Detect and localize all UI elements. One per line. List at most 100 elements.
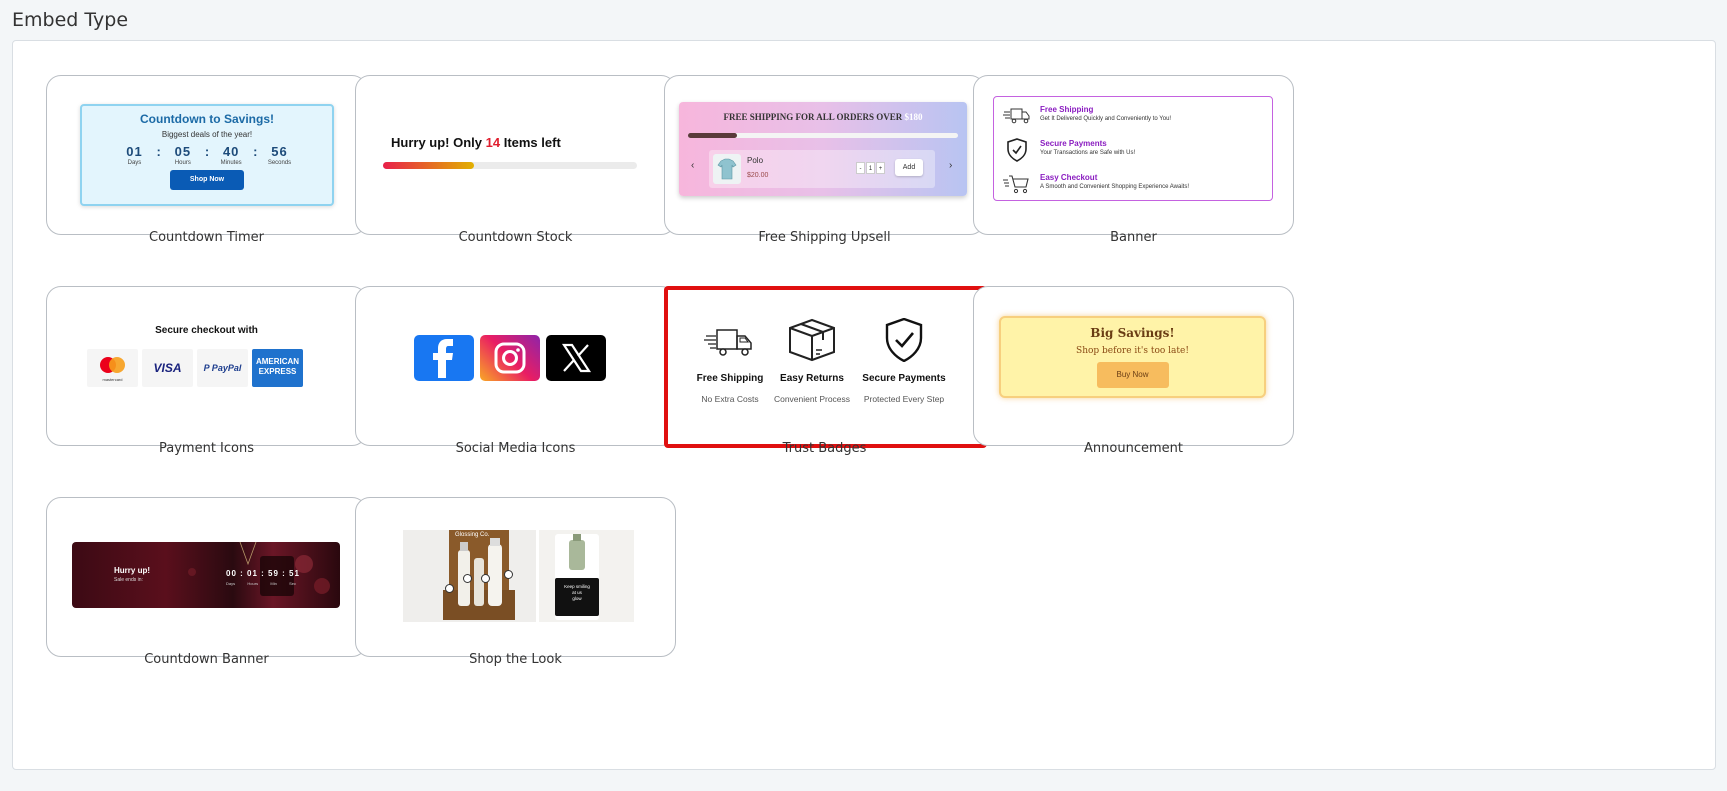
- chevron-left-icon: ‹: [691, 160, 695, 171]
- product-thumbnail: [713, 154, 741, 184]
- card-trust-badges[interactable]: Free Shipping No Extra Costs Easy Return…: [664, 286, 987, 448]
- card-shop-the-look[interactable]: Glossing Co. Keep smiling at us glow: [355, 497, 676, 657]
- truck-icon: [1003, 108, 1030, 124]
- card-countdown-stock[interactable]: Hurry up! Only 14 Items left: [355, 75, 676, 235]
- announcement-heading: Big Savings!: [1090, 326, 1175, 340]
- card-label-payment-icons: Payment Icons: [159, 441, 254, 456]
- chevron-right-icon: ›: [949, 160, 953, 171]
- amex-icon: AMERICAN EXPRESS: [252, 349, 303, 387]
- buy-now-button: Buy Now: [1096, 362, 1169, 388]
- countdown-banner-preview: Hurry up! Sale ends in: 00 : 01 : 59 : 5…: [72, 542, 340, 608]
- countdown-separator: :: [204, 144, 210, 159]
- card-countdown-timer[interactable]: Countdown to Savings! Biggest deals of t…: [46, 75, 367, 235]
- countdown-hours-value: 05: [174, 144, 192, 159]
- countdown-separator: :: [156, 144, 161, 159]
- payment-heading: Secure checkout with: [155, 325, 258, 336]
- countdown-seconds-label: Seconds: [267, 160, 292, 166]
- card-announcement[interactable]: Big Savings! Shop before it's too late! …: [973, 286, 1294, 446]
- trust-badge-subtitle: Convenient Process: [773, 394, 851, 404]
- announcement-preview: Big Savings! Shop before it's too late! …: [999, 316, 1266, 398]
- card-label-banner: Banner: [1110, 230, 1157, 245]
- card-free-shipping-upsell[interactable]: FREE SHIPPING FOR ALL ORDERS OVER $180 ‹…: [664, 75, 985, 235]
- countdown-banner-labels: Days Hours Min Sec: [226, 581, 296, 586]
- banner-item-subtitle: A Smooth and Convenient Shopping Experie…: [1040, 184, 1189, 190]
- card-countdown-banner[interactable]: Hurry up! Sale ends in: 00 : 01 : 59 : 5…: [46, 497, 367, 657]
- card-label-countdown-banner: Countdown Banner: [144, 652, 269, 667]
- countdown-seconds-value: 56: [271, 144, 288, 159]
- embed-type-panel: Countdown to Savings! Biggest deals of t…: [12, 40, 1716, 770]
- card-label-shop-the-look: Shop the Look: [469, 652, 562, 667]
- stock-progress-fill: [383, 162, 475, 169]
- banner-item-title: Easy Checkout: [1040, 173, 1098, 182]
- payment-icon-row: mastercard VISA P PayPal AMERICAN EXPRESS: [87, 349, 303, 387]
- countdown-separator: :: [253, 144, 258, 159]
- paypal-icon: P PayPal: [197, 349, 248, 387]
- countdown-timer-heading: Countdown to Savings!: [140, 112, 274, 126]
- countdown-stock-text: Hurry up! Only 14 Items left: [391, 135, 561, 150]
- shipping-progress-track: [688, 133, 958, 138]
- countdown-banner-subheading: Sale ends in:: [114, 577, 143, 583]
- countdown-minutes-value: 40: [222, 144, 240, 159]
- shop-look-caption: Keep smiling at us glow: [555, 578, 599, 616]
- countdown-days-label: Days: [127, 160, 142, 166]
- hotspot-dot: [445, 584, 454, 593]
- cart-icon: [1003, 175, 1029, 194]
- upsell-product: Polo $20.00 - 1 + Add: [709, 150, 935, 188]
- mastercard-label: mastercard: [102, 377, 123, 382]
- free-shipping-preview: FREE SHIPPING FOR ALL ORDERS OVER $180 ‹…: [679, 102, 967, 196]
- social-icon-row: [414, 335, 606, 381]
- trust-badge-item: Free Shipping No Extra Costs: [684, 318, 776, 404]
- page-title: Embed Type: [12, 9, 129, 31]
- qty-plus: +: [876, 162, 885, 174]
- hotspot-dot: [481, 574, 490, 583]
- countdown-banner-heading: Hurry up!: [114, 566, 150, 575]
- box-icon: [789, 318, 835, 362]
- announcement-subheading: Shop before it's too late!: [1076, 346, 1189, 356]
- banner-preview: Free Shipping Get It Delivered Quickly a…: [993, 96, 1273, 201]
- countdown-banner-time: 00 : 01 : 59 : 51: [226, 569, 300, 578]
- shop-look-brand: Glossing Co.: [455, 532, 490, 538]
- countdown-timer-preview: Countdown to Savings! Biggest deals of t…: [80, 104, 334, 206]
- card-banner[interactable]: Free Shipping Get It Delivered Quickly a…: [973, 75, 1294, 235]
- countdown-timer-subheading: Biggest deals of the year!: [161, 130, 253, 139]
- trust-badge-item: Easy Returns Convenient Process: [766, 318, 858, 404]
- card-label-announcement: Announcement: [1084, 441, 1183, 456]
- countdown-minutes-label: Minutes: [220, 160, 242, 166]
- instagram-icon: [480, 335, 540, 381]
- stock-count: 14: [485, 135, 501, 150]
- free-shipping-heading: FREE SHIPPING FOR ALL ORDERS OVER $180: [723, 112, 923, 122]
- shop-look-image-side: Keep smiling at us glow: [539, 530, 634, 622]
- countdown-days-value: 01: [126, 144, 143, 159]
- hotspot-dot: [504, 570, 513, 579]
- banner-item-title: Secure Payments: [1040, 139, 1107, 148]
- shipping-progress-fill: [688, 133, 737, 138]
- card-label-free-shipping-upsell: Free Shipping Upsell: [758, 230, 891, 245]
- product-price: $20.00: [747, 172, 769, 179]
- product-name: Polo: [747, 156, 764, 165]
- shop-look-image-main: Glossing Co.: [403, 530, 536, 622]
- card-label-countdown-stock: Countdown Stock: [458, 230, 573, 245]
- qty-minus: -: [856, 162, 865, 174]
- stock-progress-track: [383, 162, 637, 169]
- trust-badge-title: Secure Payments: [862, 373, 946, 384]
- banner-item-title: Free Shipping: [1040, 105, 1094, 114]
- card-label-trust-badges: Trust Badges: [782, 441, 867, 456]
- card-label-social-media-icons: Social Media Icons: [455, 441, 576, 456]
- trust-badge-title: Free Shipping: [696, 373, 764, 384]
- card-social-media-icons[interactable]: [355, 286, 676, 446]
- banner-item-subtitle: Get It Delivered Quickly and Convenientl…: [1040, 116, 1172, 122]
- banner-item: Secure Payments Your Transactions are Sa…: [1002, 137, 1262, 163]
- facebook-icon: [414, 335, 474, 381]
- trust-badge-item: Secure Payments Protected Every Step: [858, 317, 950, 404]
- shield-check-icon: [885, 317, 923, 363]
- x-icon: [546, 335, 606, 381]
- qty-value: 1: [866, 162, 875, 174]
- add-button: Add: [895, 159, 923, 176]
- card-payment-icons[interactable]: Secure checkout with mastercard VISA P P…: [46, 286, 367, 446]
- trust-badge-subtitle: No Extra Costs: [701, 394, 759, 404]
- card-label-countdown-timer: Countdown Timer: [149, 230, 264, 245]
- quantity-stepper: - 1 +: [856, 162, 885, 174]
- hotspot-dot: [463, 574, 472, 583]
- mastercard-icon: mastercard: [87, 349, 138, 387]
- countdown-hours-label: Hours: [174, 160, 191, 166]
